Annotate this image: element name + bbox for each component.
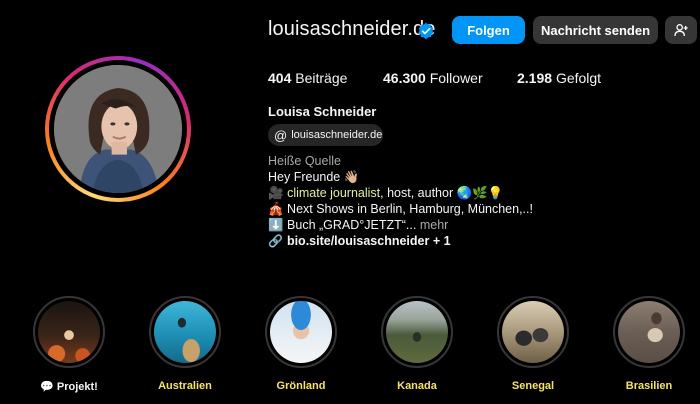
highlight-australien-image bbox=[154, 301, 216, 363]
highlight-brasilien-image bbox=[618, 301, 680, 363]
highlight-groenland-label[interactable]: Grönland bbox=[251, 380, 351, 392]
posts-count: 404 Beiträge bbox=[268, 70, 347, 86]
bio-line-1: Hey Freunde 👋🏼 bbox=[268, 170, 360, 184]
highlight-kanada-image bbox=[386, 301, 448, 363]
highlight-groenland[interactable] bbox=[265, 296, 337, 368]
highlight-kanada-label[interactable]: Kanada bbox=[367, 380, 467, 392]
following-count-label: Gefolgt bbox=[555, 70, 602, 86]
link-icon: 🔗 bbox=[268, 234, 283, 248]
profile-username: louisaschneider.de bbox=[268, 18, 436, 40]
threads-badge[interactable]: @ louisaschneider.de bbox=[268, 124, 383, 146]
bio-line-4-text: ⬇️ Buch „GRAD°JETZT“... bbox=[268, 218, 417, 232]
bio-line-2: 🎥 climate journalist, host, author 🌏🌿💡 bbox=[268, 186, 503, 201]
highlight-projekt-label[interactable]: 💬 Projekt! bbox=[19, 380, 119, 393]
add-user-button[interactable] bbox=[665, 16, 697, 44]
highlight-senegal-label[interactable]: Senegal bbox=[483, 380, 583, 392]
add-user-icon bbox=[674, 24, 688, 37]
highlight-australien[interactable] bbox=[149, 296, 221, 368]
camera-emoji: 🎥 bbox=[268, 186, 284, 200]
more-button[interactable]: mehr bbox=[416, 218, 448, 232]
follow-button[interactable]: Folgen bbox=[452, 16, 525, 44]
climate-journalist-link[interactable]: climate journalist bbox=[287, 186, 380, 200]
bio-line-3: 🎪 Next Shows in Berlin, Hamburg, München… bbox=[268, 202, 533, 216]
bio-line-2-rest: , host, author 🌏🌿💡 bbox=[380, 186, 504, 200]
highlight-projekt[interactable] bbox=[33, 296, 105, 368]
followers-link[interactable]: 46.300 Follower bbox=[383, 70, 483, 86]
verified-badge-icon bbox=[418, 22, 434, 40]
avatar-portrait bbox=[54, 65, 182, 193]
following-count-number: 2.198 bbox=[517, 70, 553, 86]
profile-full-name: Louisa Schneider bbox=[268, 104, 377, 119]
profile-avatar-ring[interactable] bbox=[45, 56, 191, 202]
highlight-projekt-image bbox=[38, 301, 100, 363]
posts-count-number: 404 bbox=[268, 70, 292, 86]
threads-handle: louisaschneider.de bbox=[291, 129, 383, 141]
threads-icon: @ bbox=[274, 127, 288, 143]
send-message-button[interactable]: Nachricht senden bbox=[533, 16, 658, 44]
highlight-australien-label[interactable]: Australien bbox=[135, 380, 235, 392]
profile-category: Heiße Quelle bbox=[268, 154, 341, 168]
followers-count-label: Follower bbox=[429, 70, 483, 86]
highlight-groenland-image bbox=[270, 301, 332, 363]
highlight-senegal[interactable] bbox=[497, 296, 569, 368]
highlight-senegal-image bbox=[502, 301, 564, 363]
following-link[interactable]: 2.198 Gefolgt bbox=[517, 70, 601, 86]
highlight-brasilien-label[interactable]: Brasilien bbox=[599, 380, 699, 392]
bio-link-row[interactable]: 🔗 bio.site/louisaschneider + 1 bbox=[268, 234, 451, 248]
bio-link[interactable]: bio.site/louisaschneider + 1 bbox=[287, 234, 451, 248]
highlight-brasilien[interactable] bbox=[613, 296, 685, 368]
posts-count-label: Beiträge bbox=[295, 70, 348, 86]
bio-line-4: ⬇️ Buch „GRAD°JETZT“... mehr bbox=[268, 218, 448, 233]
followers-count-number: 46.300 bbox=[383, 70, 426, 86]
highlight-kanada[interactable] bbox=[381, 296, 453, 368]
profile-avatar[interactable] bbox=[54, 65, 182, 193]
